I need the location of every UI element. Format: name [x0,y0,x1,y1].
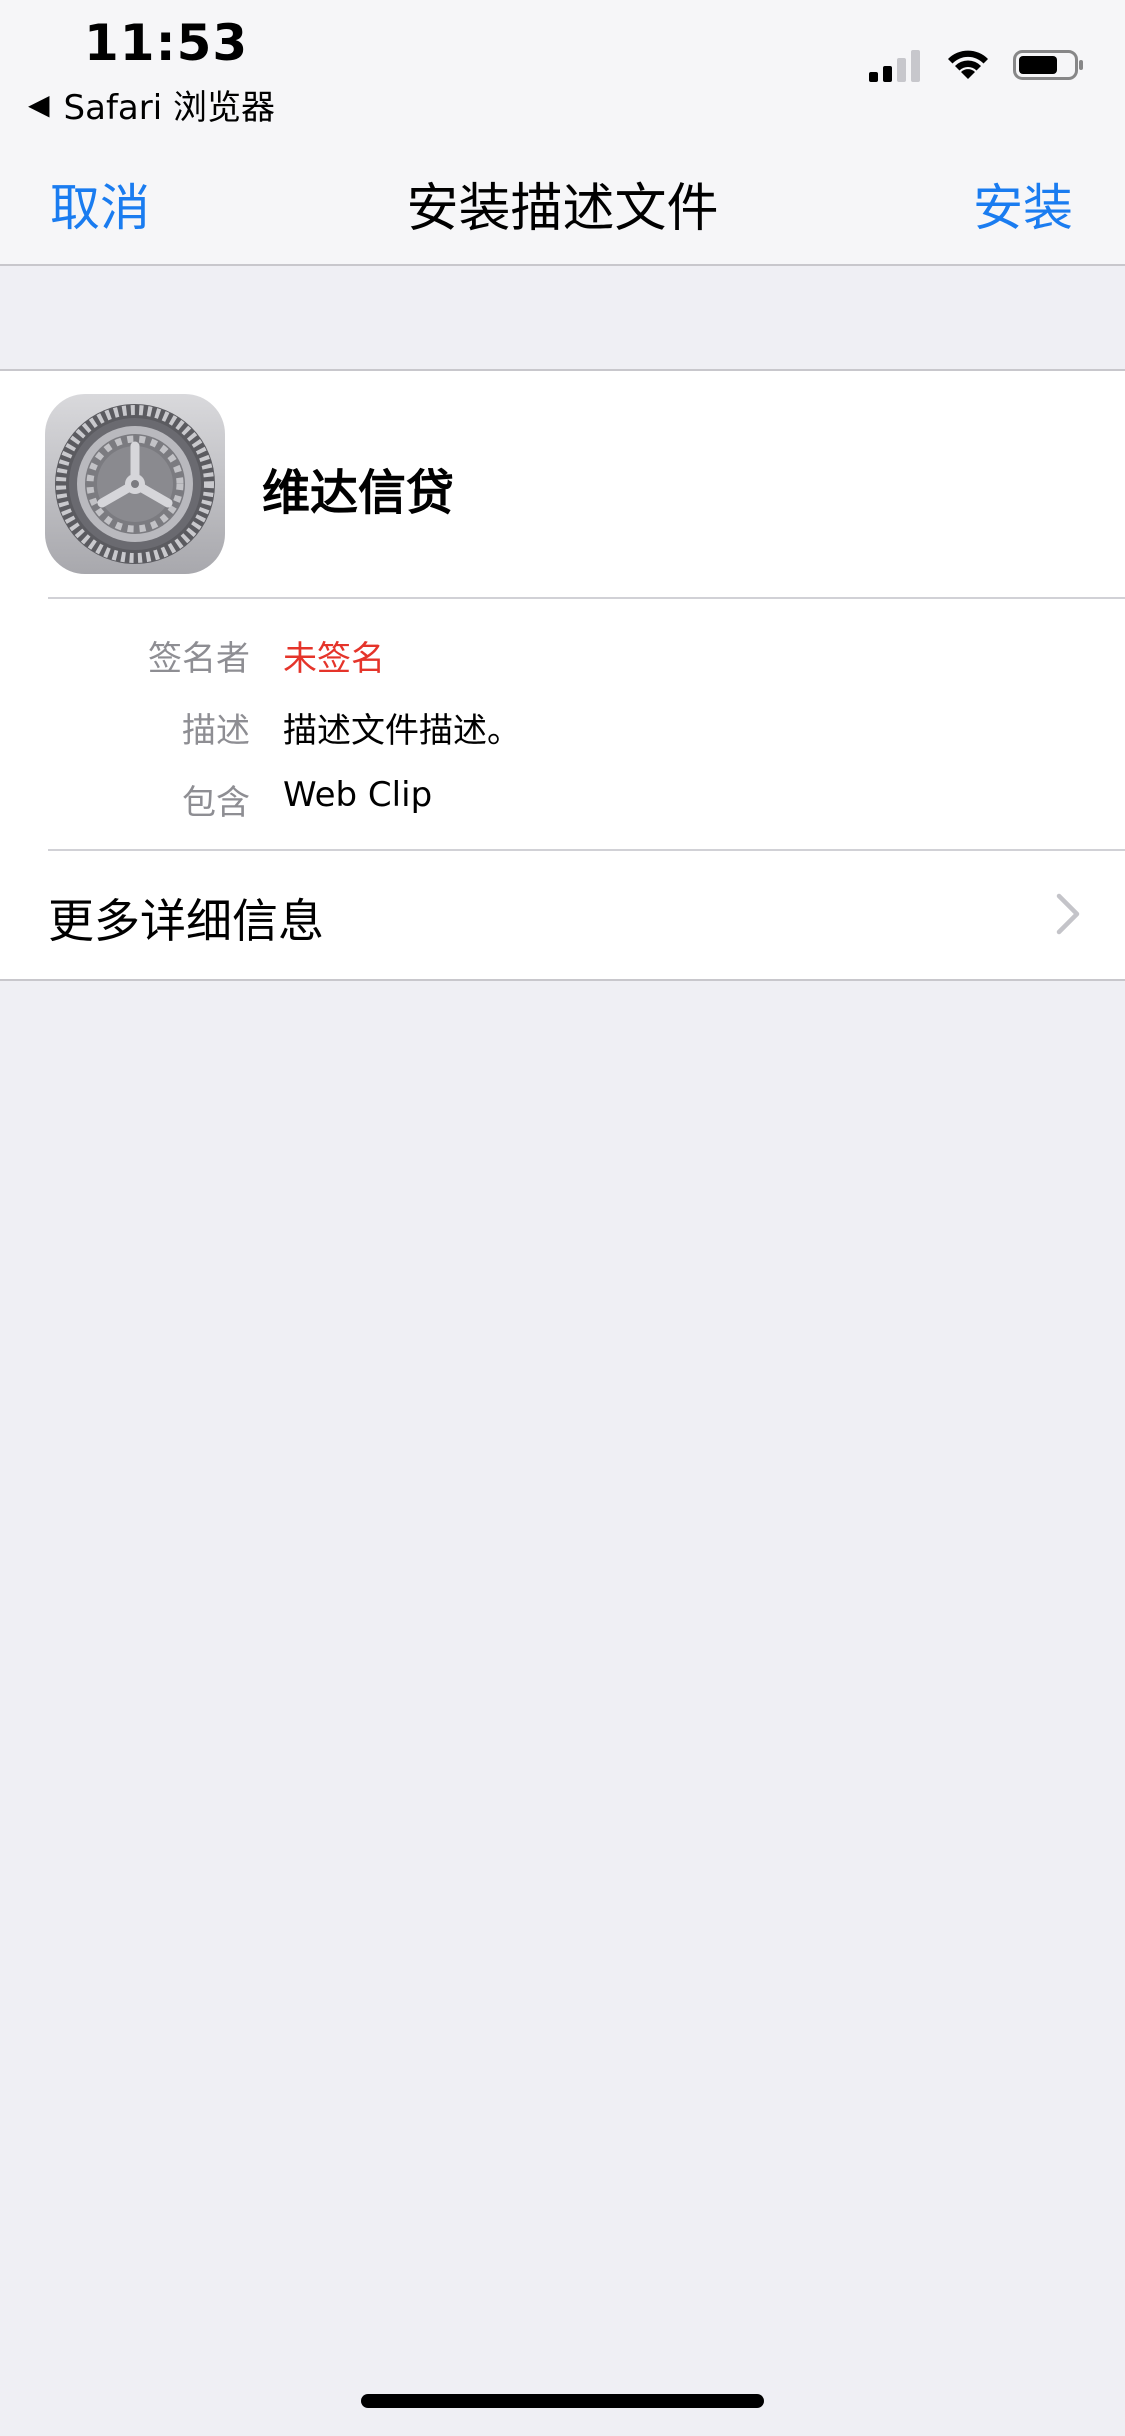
profile-header: 维达信贷 [0,371,1125,597]
home-indicator[interactable] [361,2394,764,2408]
profile-card: 维达信贷 签名者 未签名 描述 描述文件描述。 包含 Web Clip 更多详细… [0,369,1125,981]
more-details-row[interactable]: 更多详细信息 [0,849,1125,979]
detail-value: Web Clip [283,775,433,815]
detail-value: 描述文件描述。 [283,711,521,751]
detail-row-description: 描述 描述文件描述。 [0,703,1125,763]
nav-bar: 取消 安装描述文件 安装 [0,140,1125,266]
battery-icon [1013,50,1083,80]
back-triangle-icon: ◀ [28,88,50,121]
install-button[interactable]: 安装 [973,168,1073,240]
detail-value: 未签名 [283,639,385,679]
status-time: 11:53 [84,14,249,72]
profile-details: 签名者 未签名 描述 描述文件描述。 包含 Web Clip [0,597,1125,849]
back-to-app-link[interactable]: ◀ Safari 浏览器 [28,80,275,129]
profile-name: 维达信贷 [262,465,455,521]
page-title: 安装描述文件 [406,179,719,239]
cellular-signal-icon [869,50,920,82]
detail-label: 签名者 [148,639,250,679]
detail-label: 描述 [182,711,250,751]
settings-gear-icon [45,394,225,574]
detail-label: 包含 [182,783,250,823]
status-icons [869,48,1085,82]
back-app-label: Safari 浏览器 [63,88,276,128]
status-bar: 11:53 ◀ Safari 浏览器 [0,0,1125,140]
wifi-icon [948,50,988,79]
more-details-label: 更多详细信息 [48,894,324,948]
detail-row-signer: 签名者 未签名 [0,631,1125,691]
chevron-right-icon [1056,893,1080,935]
detail-row-contains: 包含 Web Clip [0,775,1125,835]
